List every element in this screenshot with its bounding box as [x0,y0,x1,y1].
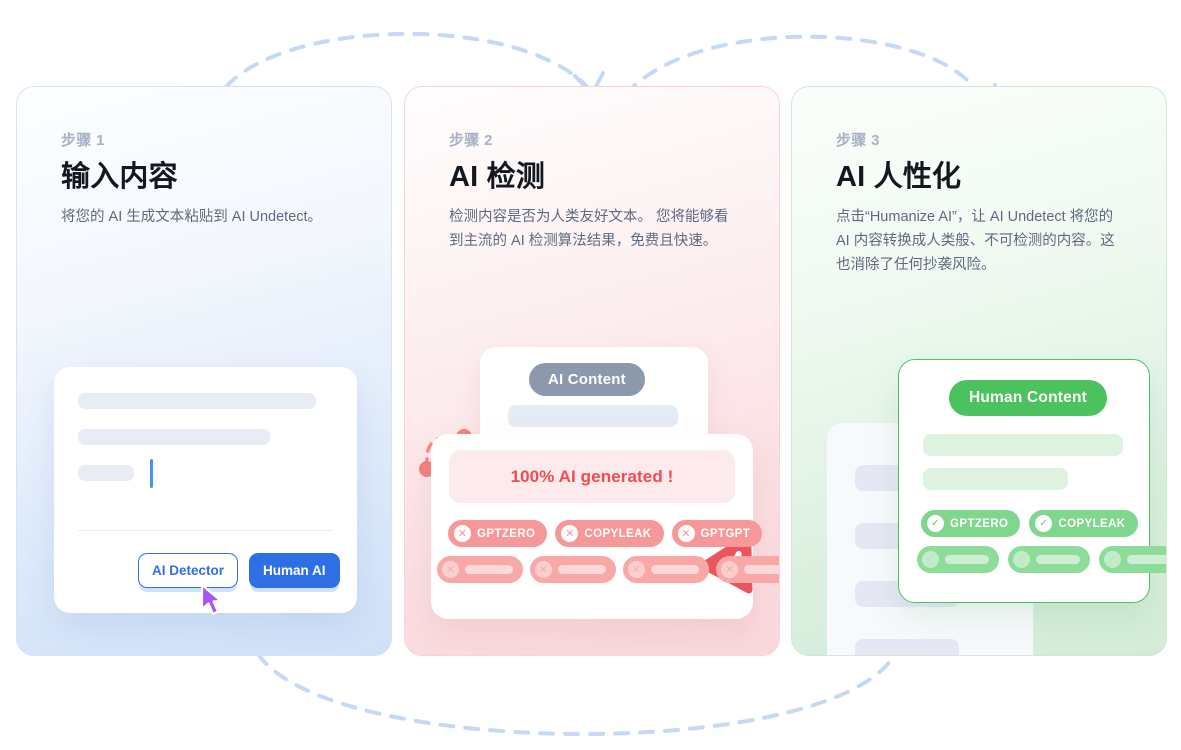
cross-icon: ✕ [454,525,471,542]
step-label-1: 步骤 1 [61,132,105,149]
detector-pill-placeholder: ✓ [1008,546,1090,573]
mouse-cursor-icon [200,583,223,616]
human-result-card: Human Content ✓ GPTZERO ✓ COPYLEAK ✓ ✓ ✓ [898,359,1166,603]
step-card-3: 步骤 3 AI 人性化 点击“Humanize AI”，让 AI Undetec… [791,86,1167,656]
text-line-placeholder [78,429,270,445]
cross-icon: ✕ [442,561,459,578]
step3-to-step1-arc [256,650,898,736]
ai-generated-alert: 100% AI generated ! [449,450,735,503]
content-line-placeholder [923,434,1123,456]
detector-pill: ✕ COPYLEAK [555,520,664,547]
detector-name: GPTGPT [700,527,751,540]
divider [78,530,333,531]
detector-pill: ✓ COPYLEAK [1029,510,1138,537]
text-line-placeholder [78,393,316,409]
detector-pill: ✕ GPTGPT [671,520,763,547]
detector-pill: ✓ GPTZERO [921,510,1021,537]
card-description-1: 将您的 AI 生成文本粘贴到 AI Undetect。 [61,209,323,225]
check-icon: ✓ [1104,551,1121,568]
detector-ghost-row: ✓ ✓ ✓ [917,546,1166,573]
detector-pill-row: ✕ GPTZERO ✕ COPYLEAK ✕ GPTGPT [448,520,763,547]
card-title-1: 输入内容 [61,161,178,193]
editor-mockup: AI Detector Human AI [54,367,357,616]
editor-action-row: AI Detector Human AI [138,553,340,616]
detector-name: GPTZERO [477,527,536,540]
step-card-2: 步骤 2 AI 检测 检测内容是否为人类友好文本。 您将能够看到主流的 AI 检… [404,86,780,656]
card-description-3: 点击“Humanize AI”，让 AI Undetect 将您的 AI 内容转… [836,209,1115,273]
steps-illustration-page: 步骤 1 输入内容 将您的 AI 生成文本粘贴到 AI Undetect。 AI… [0,0,1181,750]
check-icon: ✓ [1035,515,1053,532]
content-line-placeholder [855,639,959,655]
detector-pill-placeholder: ✕ [623,556,709,583]
step-label-2: 步骤 2 [449,132,493,149]
detector-name: COPYLEAK [1058,517,1126,530]
cross-icon: ✕ [561,525,579,542]
detector-pill-placeholder: ✕ [716,556,779,583]
cross-icon: ✕ [628,561,645,578]
card-title-2: AI 检测 [449,161,546,193]
card-title-3: AI 人性化 [836,161,962,193]
ai-content-badge: AI Content [529,363,645,396]
check-icon: ✓ [922,551,939,568]
step-card-1: 步骤 1 输入内容 将您的 AI 生成文本粘贴到 AI Undetect。 AI… [16,86,392,656]
detector-name: GPTZERO [950,517,1009,530]
detector-ghost-row: ✕ ✕ ✕ ✕ [437,556,779,583]
check-icon: ✓ [927,515,944,532]
ai-result-card: 100% AI generated ! ✕ GPTZERO ✕ COPYLEAK… [431,434,779,619]
detector-pill-placeholder: ✓ [917,546,999,573]
human-content-badge: Human Content [949,380,1107,416]
cross-icon: ✕ [721,561,738,578]
detector-pill-placeholder: ✕ [437,556,523,583]
text-caret [150,459,153,488]
detector-pill: ✕ GPTZERO [448,520,548,547]
cross-icon: ✕ [677,525,695,542]
card-description-2: 检测内容是否为人类友好文本。 您将能够看到主流的 AI 检测算法结果，免费且快速… [449,209,729,249]
human-ai-button[interactable]: Human AI [249,553,340,588]
cross-icon: ✕ [535,561,552,578]
text-line-placeholder [78,465,134,481]
content-line-placeholder [508,405,678,427]
step-label-3: 步骤 3 [836,132,880,149]
detector-pill-placeholder: ✓ [1099,546,1166,573]
detector-pill-placeholder: ✕ [530,556,616,583]
content-line-placeholder [923,468,1068,490]
detector-name: COPYLEAK [584,527,652,540]
check-icon: ✓ [1013,551,1030,568]
detector-pill-row: ✓ GPTZERO ✓ COPYLEAK [921,510,1138,537]
